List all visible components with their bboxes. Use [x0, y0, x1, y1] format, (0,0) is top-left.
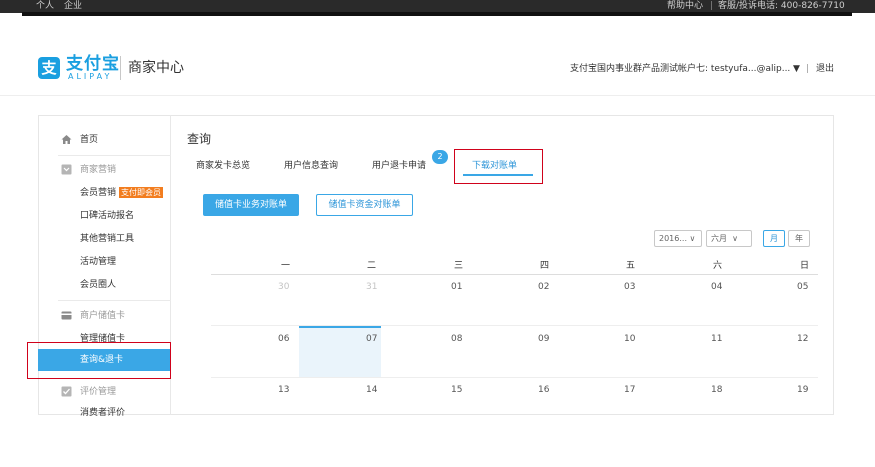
calendar-day[interactable]: 18 [711, 384, 722, 396]
calendar-day[interactable]: 08 [451, 333, 462, 345]
calendar-day[interactable]: 05 [797, 281, 808, 293]
year-select[interactable]: 2016... ∨ [654, 230, 702, 247]
sidebar-divider-line [58, 155, 171, 156]
weekday-divider [211, 274, 818, 275]
refund-count-badge: 2 [432, 150, 448, 164]
weekday-sun: 日 [800, 261, 810, 271]
view-year-button[interactable]: 年 [788, 230, 810, 247]
logo-text-en: ALIPAY [68, 72, 113, 81]
section-title: 查询 [187, 132, 212, 146]
member-marketing-label: 会员营销 [80, 188, 117, 198]
hotline-text: 客服/投诉电话: 400-826-7710 [718, 1, 845, 11]
member-tag-badge: 支付即会员 [119, 187, 164, 198]
calendar-day[interactable]: 06 [278, 333, 289, 345]
calendar-day[interactable]: 10 [624, 333, 635, 345]
sidebar-item-member-circle[interactable]: 会员圈人 [80, 279, 116, 291]
weekday-fri: 五 [626, 261, 636, 271]
weekday-mon: 一 [281, 261, 291, 271]
calendar-day[interactable]: 31 [366, 281, 377, 293]
sidebar-divider-line [58, 300, 171, 301]
weekday-wed: 三 [454, 261, 464, 271]
enterprise-link[interactable]: 企业 [64, 1, 82, 12]
calendar-day[interactable]: 17 [624, 384, 635, 396]
weekday-sat: 六 [713, 261, 723, 271]
marketing-icon [61, 164, 72, 175]
calendar-day[interactable]: 04 [711, 281, 722, 293]
calendar-day-selected[interactable]: 07 [366, 333, 377, 345]
year-select-value: 2016... [659, 234, 687, 243]
page-title: 商家中心 [128, 60, 184, 76]
top-divider-bar [22, 12, 852, 16]
month-select[interactable]: 六月 ∨ [706, 230, 752, 247]
sidebar-item-home[interactable]: 首页 [80, 134, 98, 146]
header-separator: | [806, 64, 810, 74]
month-select-value: 六月 [711, 234, 727, 243]
tab-user-info[interactable]: 用户信息查询 [284, 160, 338, 172]
weekday-tue: 二 [367, 261, 377, 271]
logout-link[interactable]: 退出 [816, 63, 834, 75]
calendar-day[interactable]: 13 [278, 384, 289, 396]
calendar-day[interactable]: 02 [538, 281, 549, 293]
calendar-day[interactable]: 14 [366, 384, 377, 396]
calendar-day[interactable]: 19 [797, 384, 808, 396]
sidebar-item-activity-mgmt[interactable]: 活动管理 [80, 256, 116, 268]
calendar-day[interactable]: 15 [451, 384, 462, 396]
alipay-logo-icon[interactable]: 支 [38, 57, 60, 79]
sidebar-item-koubei-signup[interactable]: 口碑活动报名 [80, 210, 134, 222]
sidebar-item-other-tools[interactable]: 其他营销工具 [80, 233, 134, 245]
calendar-day[interactable]: 30 [278, 281, 289, 293]
tab-card-overview[interactable]: 商家发卡总览 [196, 160, 250, 172]
account-name[interactable]: 支付宝国内事业群产品测试帐户七: testyufa...@alip... [570, 63, 790, 75]
stored-card-icon [61, 311, 72, 320]
weekday-thu: 四 [540, 261, 550, 271]
tab-refund-request[interactable]: 用户退卡申请 [372, 160, 426, 172]
sidebar-section-marketing: 商家营销 [80, 165, 117, 175]
calendar-day[interactable]: 12 [797, 333, 808, 345]
calendar-day[interactable]: 01 [451, 281, 462, 293]
home-icon [61, 135, 72, 144]
review-icon [61, 386, 72, 397]
highlight-box-sidebar [27, 342, 171, 379]
calendar-day[interactable]: 09 [538, 333, 549, 345]
account-dropdown-icon[interactable]: ▼ [793, 63, 800, 75]
top-bar: 个人 企业 帮助中心 | 客服/投诉电话: 400-826-7710 [0, 0, 875, 40]
topbar-separator: | [710, 1, 714, 11]
calendar-day[interactable]: 11 [711, 333, 722, 345]
sidebar-section-stored-card: 商户储值卡 [80, 311, 126, 321]
business-statement-button[interactable]: 储值卡业务对账单 [203, 194, 299, 216]
logo-text-cn: 支付宝 [66, 54, 120, 74]
sidebar-item-consumer-review[interactable]: 消费者评价 [80, 407, 125, 419]
sidebar-item-member-marketing[interactable]: 会员营销 支付即会员 [80, 187, 164, 199]
funds-statement-button[interactable]: 储值卡资金对账单 [316, 194, 413, 216]
calendar-day[interactable]: 16 [538, 384, 549, 396]
calendar-day[interactable]: 03 [624, 281, 635, 293]
sidebar-section-review: 评价管理 [80, 387, 117, 397]
help-center-link[interactable]: 帮助中心 [667, 1, 703, 12]
personal-link[interactable]: 个人 [36, 1, 54, 12]
view-month-button[interactable]: 月 [763, 230, 785, 247]
logo-divider [120, 56, 121, 80]
calendar-row-divider [211, 377, 818, 378]
logo-mark-glyph: 支 [41, 59, 57, 77]
highlight-box-tab [454, 149, 543, 184]
